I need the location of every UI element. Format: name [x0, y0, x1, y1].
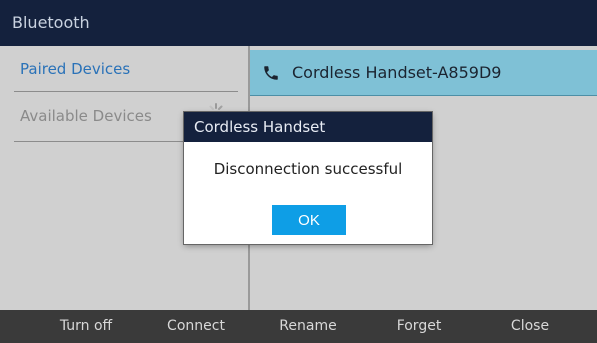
- turn-off-button[interactable]: Turn off: [36, 310, 136, 343]
- dialog-message: Disconnection successful: [213, 160, 403, 178]
- sidebar-item-label: Paired Devices: [20, 60, 131, 78]
- alert-dialog: Cordless Handset Disconnection successfu…: [184, 112, 432, 244]
- device-name: Cordless Handset-A859D9: [292, 63, 502, 82]
- sidebar-item-label: Available Devices: [20, 107, 152, 125]
- list-item[interactable]: Cordless Handset-A859D9: [250, 50, 597, 96]
- rename-button[interactable]: Rename: [258, 310, 358, 343]
- sidebar-item-paired-devices[interactable]: Paired Devices: [14, 46, 238, 92]
- ok-button[interactable]: OK: [272, 205, 346, 235]
- connect-button[interactable]: Connect: [146, 310, 246, 343]
- window-title: Bluetooth: [0, 0, 597, 46]
- forget-button[interactable]: Forget: [369, 310, 469, 343]
- dialog-title: Cordless Handset: [184, 112, 432, 142]
- phone-icon: [264, 66, 278, 80]
- close-button[interactable]: Close: [480, 310, 580, 343]
- softkey-bar: Turn off Connect Rename Forget Close: [0, 310, 597, 343]
